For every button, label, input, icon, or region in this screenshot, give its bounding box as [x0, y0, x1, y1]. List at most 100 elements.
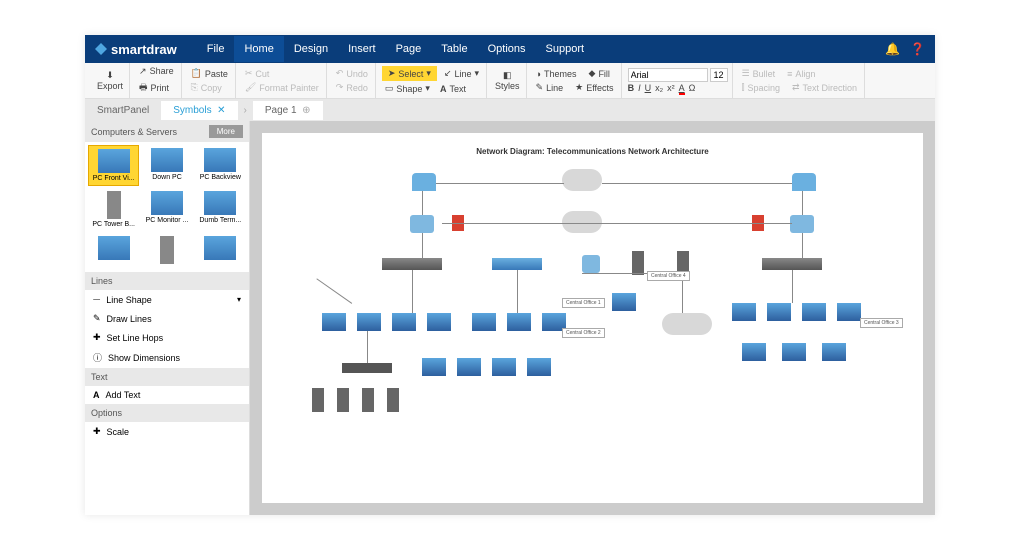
highlight-button[interactable]: Ω — [689, 83, 696, 93]
symbol-item[interactable] — [88, 233, 139, 269]
menu-design[interactable]: Design — [284, 36, 338, 62]
effects-button[interactable]: ★ Effects — [572, 81, 616, 94]
font-color-button[interactable]: A — [679, 83, 685, 93]
node-pc[interactable] — [742, 343, 766, 361]
symbol-pc-front[interactable]: PC Front Vi... — [88, 145, 139, 186]
node-server[interactable] — [387, 388, 399, 412]
paste-button[interactable]: 📋 Paste — [188, 67, 231, 80]
node-switch-right[interactable] — [762, 258, 822, 270]
text-direction-button[interactable]: ⇄ Text Direction — [789, 81, 860, 94]
symbol-pc-backview[interactable]: PC Backview — [195, 145, 246, 186]
line-hops-item[interactable]: ✚ Set Line Hops — [85, 328, 249, 347]
notification-icon[interactable]: 🔔 — [885, 42, 900, 56]
node-pc[interactable] — [767, 303, 791, 321]
logo-icon — [95, 43, 107, 55]
subscript-button[interactable]: x₂ — [655, 83, 663, 93]
node-cloud-internet[interactable] — [562, 211, 602, 233]
menu-page[interactable]: Page — [386, 36, 432, 62]
fill-button[interactable]: ◆ Fill — [586, 67, 613, 80]
draw-lines-item[interactable]: ✎ Draw Lines — [85, 309, 249, 328]
node-pc[interactable] — [392, 313, 416, 331]
canvas[interactable]: Network Diagram: Telecommunications Netw… — [262, 133, 923, 503]
node-pc[interactable] — [427, 313, 451, 331]
styles-icon: ◧ — [503, 70, 512, 81]
symbol-item[interactable] — [195, 233, 246, 269]
menu-support[interactable]: Support — [536, 36, 595, 62]
copy-button[interactable]: ⎘ Copy — [188, 81, 231, 94]
node-server-1[interactable] — [632, 251, 644, 275]
more-button[interactable]: More — [209, 125, 243, 138]
styles-button[interactable]: ◧ Styles — [489, 63, 527, 98]
symbol-dumb-term[interactable]: Dumb Term... — [195, 188, 246, 231]
align-button[interactable]: ≡ Align — [784, 67, 818, 80]
node-router-mid[interactable] — [582, 255, 600, 273]
node-router-right[interactable] — [790, 215, 814, 233]
line-style-button[interactable]: ✎ Line — [533, 81, 567, 94]
text-tool[interactable]: A Text — [437, 82, 469, 95]
print-button[interactable]: 🖶 Print — [136, 79, 177, 97]
node-pc[interactable] — [527, 358, 551, 376]
scale-item[interactable]: ✚ Scale — [85, 422, 249, 441]
line-shape-item[interactable]: ⏤ Line Shape▾ — [85, 290, 249, 309]
menu-file[interactable]: File — [197, 36, 235, 62]
node-switch-left[interactable] — [382, 258, 442, 270]
font-size-input[interactable] — [710, 68, 728, 82]
undo-button[interactable]: ↶ Undo — [333, 67, 371, 80]
node-pc[interactable] — [322, 313, 346, 331]
node-pc[interactable] — [822, 343, 846, 361]
node-switch-mid[interactable] — [492, 258, 542, 270]
show-dimensions-item[interactable]: ⓘ Show Dimensions — [85, 347, 249, 368]
font-family-input[interactable] — [628, 68, 708, 82]
bullet-button[interactable]: ☰ Bullet — [739, 67, 779, 80]
symbol-pc-tower[interactable]: PC Tower B... — [88, 188, 139, 231]
menu-insert[interactable]: Insert — [338, 36, 386, 62]
menu-home[interactable]: Home — [234, 36, 283, 62]
symbol-item[interactable] — [141, 233, 192, 269]
node-server[interactable] — [337, 388, 349, 412]
node-pc[interactable] — [422, 358, 446, 376]
spacing-button[interactable]: ⫿ Spacing — [739, 81, 783, 94]
symbol-down-pc[interactable]: Down PC — [141, 145, 192, 186]
tab-page1[interactable]: Page 1 ⊕ — [253, 101, 323, 120]
tab-separator: › — [238, 105, 253, 116]
node-pc[interactable] — [782, 343, 806, 361]
add-text-item[interactable]: A Add Text — [85, 386, 249, 404]
node-pc[interactable] — [357, 313, 381, 331]
node-router-left[interactable] — [410, 215, 434, 233]
node-pc[interactable] — [507, 313, 531, 331]
node-comm-hub-left[interactable] — [412, 173, 436, 191]
tab-symbols[interactable]: Symbols ✕ — [161, 101, 237, 120]
node-pc[interactable] — [472, 313, 496, 331]
symbols-category-header: Computers & Servers More — [85, 121, 249, 142]
node-pc[interactable] — [732, 303, 756, 321]
export-button[interactable]: ⬇ Export — [91, 63, 130, 98]
shape-tool[interactable]: ▭ Shape ▾ — [382, 82, 433, 95]
node-pc[interactable] — [612, 293, 636, 311]
node-server[interactable] — [312, 388, 324, 412]
node-pc[interactable] — [802, 303, 826, 321]
underline-button[interactable]: U — [645, 83, 652, 93]
help-icon[interactable]: ❓ — [910, 42, 925, 56]
superscript-button[interactable]: x² — [667, 83, 675, 93]
symbol-pc-monitor[interactable]: PC Monitor ... — [141, 188, 192, 231]
node-switch-bottom[interactable] — [342, 363, 392, 373]
line-tool[interactable]: ↙ Line ▾ — [441, 66, 482, 81]
node-pc[interactable] — [837, 303, 861, 321]
node-server[interactable] — [362, 388, 374, 412]
redo-button[interactable]: ↷ Redo — [333, 81, 371, 94]
cut-button[interactable]: ✂ Cut — [242, 67, 322, 80]
themes-button[interactable]: ◑ Themes — [533, 67, 580, 80]
node-cloud-satellite[interactable] — [562, 169, 602, 191]
menu-table[interactable]: Table — [431, 36, 477, 62]
select-tool[interactable]: ➤ Select ▾ — [382, 66, 437, 81]
italic-button[interactable]: I — [638, 83, 641, 93]
node-cloud-pstn[interactable] — [662, 313, 712, 335]
menu-options[interactable]: Options — [478, 36, 536, 62]
format-painter-button[interactable]: 🖌 Format Painter — [242, 81, 322, 94]
tab-smartpanel[interactable]: SmartPanel — [85, 101, 161, 120]
node-pc[interactable] — [492, 358, 516, 376]
share-button[interactable]: ↗ Share — [136, 65, 177, 78]
node-comm-hub-right[interactable] — [792, 173, 816, 191]
node-pc[interactable] — [457, 358, 481, 376]
bold-button[interactable]: B — [628, 83, 635, 93]
